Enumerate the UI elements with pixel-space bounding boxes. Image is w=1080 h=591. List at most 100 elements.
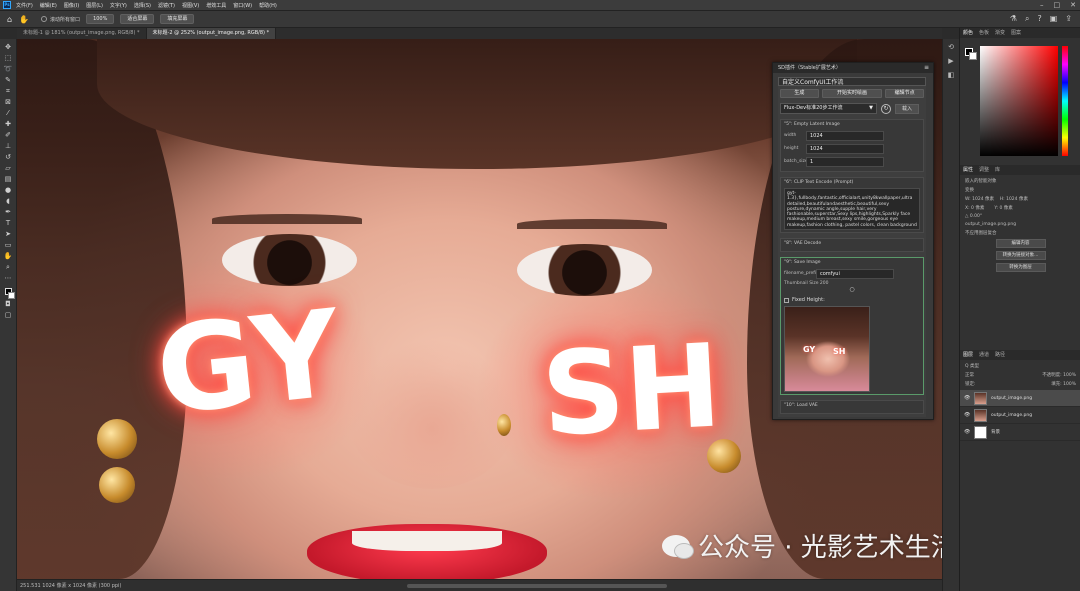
menu-help[interactable]: 帮助(H) bbox=[259, 2, 277, 9]
y-value[interactable]: Y: 0 像素 bbox=[994, 206, 1012, 211]
menu-window[interactable]: 窗口(W) bbox=[233, 2, 252, 9]
home-icon[interactable]: ⌂ bbox=[7, 15, 12, 24]
angle-value[interactable]: △ 0.00° bbox=[965, 214, 1076, 219]
crop-tool-icon[interactable]: ⌗ bbox=[6, 86, 10, 97]
tab-layers[interactable]: 图层 bbox=[963, 350, 973, 360]
output-thumbnail[interactable]: GY SH bbox=[784, 306, 870, 392]
lasso-tool-icon[interactable]: ➰ bbox=[4, 64, 13, 75]
background-color-swatch[interactable] bbox=[7, 292, 15, 299]
upload-icon[interactable]: ⇪ bbox=[1065, 14, 1072, 24]
eraser-tool-icon[interactable]: ▱ bbox=[5, 163, 10, 174]
convert-to-layers-button[interactable]: 转换为图层 bbox=[995, 263, 1046, 272]
zoom-100-button[interactable]: 100% bbox=[86, 14, 115, 24]
visibility-eye-icon[interactable]: 👁 bbox=[964, 429, 970, 435]
dodge-tool-icon[interactable]: ◖ bbox=[6, 196, 10, 207]
zoom-tool-icon[interactable]: ⌕ bbox=[6, 262, 10, 273]
menu-filter[interactable]: 滤镜(T) bbox=[158, 2, 175, 9]
fill-field[interactable]: 填充: 100% bbox=[1051, 381, 1076, 387]
maximize-icon[interactable]: □ bbox=[1054, 1, 1061, 9]
menu-layer[interactable]: 图层(L) bbox=[86, 2, 103, 9]
path-select-tool-icon[interactable]: ➤ bbox=[5, 229, 11, 240]
color-field[interactable] bbox=[980, 46, 1058, 156]
actions-panel-icon[interactable]: ▶ bbox=[948, 57, 953, 65]
panel-menu-icon[interactable]: ≡ bbox=[924, 63, 929, 73]
opacity-field[interactable]: 不透明度: 100% bbox=[1042, 372, 1076, 378]
shape-tool-icon[interactable]: ▭ bbox=[5, 240, 12, 251]
menu-view[interactable]: 视图(V) bbox=[182, 2, 199, 9]
edit-nodes-button[interactable]: 编辑节点 bbox=[885, 89, 925, 98]
brush-tool-icon[interactable]: ✐ bbox=[5, 130, 11, 141]
layer-comp-select[interactable]: 不应用图层复合 bbox=[965, 230, 1076, 236]
stamp-tool-icon[interactable]: ⊥ bbox=[5, 141, 11, 152]
hand-tool-icon[interactable]: ✋ bbox=[19, 15, 29, 24]
scroll-all-windows-checkbox[interactable]: 滚动所有窗口 bbox=[41, 16, 80, 23]
menu-plugins[interactable]: 增效工具 bbox=[206, 2, 226, 9]
fit-screen-button[interactable]: 适合屏幕 bbox=[120, 14, 155, 24]
more-tools-icon[interactable]: ⋯ bbox=[5, 273, 12, 284]
convert-to-linked-button[interactable]: 转换为链接对象... bbox=[995, 251, 1046, 260]
height-input[interactable]: 1024 bbox=[806, 143, 884, 154]
blur-tool-icon[interactable]: ● bbox=[5, 185, 11, 196]
width-input[interactable]: 1024 bbox=[806, 130, 884, 141]
menu-image[interactable]: 图像(I) bbox=[64, 2, 79, 9]
menu-file[interactable]: 文件(F) bbox=[16, 2, 33, 9]
workflow-select[interactable]: Flux-Dev标准20步工作流 ▼ bbox=[780, 103, 877, 114]
tab-document-2[interactable]: 未标题-2 @ 252% (output_image.png, RGB/8) * bbox=[146, 28, 277, 39]
edit-contents-button[interactable]: 编辑内容 bbox=[995, 239, 1046, 248]
quick-select-tool-icon[interactable]: ✎ bbox=[5, 75, 11, 86]
history-brush-icon[interactable]: ↺ bbox=[5, 152, 11, 163]
marquee-tool-icon[interactable]: ⬚ bbox=[5, 53, 12, 64]
frame-tool-icon[interactable]: ⊠ bbox=[5, 97, 11, 108]
plugin-panel-icon[interactable]: ◧ bbox=[948, 71, 955, 79]
tab-document-1[interactable]: 未标题-1 @ 181% (output_image.png, RGB/8) * bbox=[17, 28, 147, 39]
hue-slider[interactable] bbox=[1062, 46, 1068, 156]
eyedropper-tool-icon[interactable]: ⁄ bbox=[7, 108, 8, 119]
generate-button[interactable]: 生成 bbox=[780, 89, 819, 98]
refresh-icon[interactable]: ↻ bbox=[881, 103, 891, 114]
prompt-textarea[interactable]: gyt-1.3},fullbody,fantastic,officialart,… bbox=[784, 188, 920, 230]
help-icon[interactable]: ? bbox=[1037, 14, 1041, 24]
tab-patterns[interactable]: 图案 bbox=[1011, 28, 1021, 38]
tab-libraries[interactable]: 库 bbox=[995, 165, 1000, 175]
tab-color[interactable]: 颜色 bbox=[963, 28, 973, 38]
layer-row[interactable]: 👁 output_image.png bbox=[960, 390, 1080, 407]
tab-swatches[interactable]: 色板 bbox=[979, 28, 989, 38]
layer-row[interactable]: 👁 output_image.png bbox=[960, 407, 1080, 424]
history-panel-icon[interactable]: ⟲ bbox=[948, 43, 954, 51]
gradient-tool-icon[interactable]: ▤ bbox=[5, 174, 12, 185]
close-icon[interactable]: ✕ bbox=[1070, 1, 1076, 9]
tab-adjustments[interactable]: 调整 bbox=[979, 165, 989, 175]
search-icon[interactable]: ⌕ bbox=[1025, 14, 1029, 24]
tab-gradients[interactable]: 渐变 bbox=[995, 28, 1005, 38]
screen-mode-icon[interactable]: ▢ bbox=[5, 310, 12, 321]
quick-mask-icon[interactable]: ◘ bbox=[5, 299, 11, 310]
live-paint-button[interactable]: 开始实时绘画 bbox=[821, 89, 883, 98]
background-swatch[interactable] bbox=[969, 52, 977, 60]
fixed-height-checkbox[interactable]: Fixed Height: bbox=[784, 297, 920, 303]
tab-paths[interactable]: 路径 bbox=[995, 350, 1005, 360]
move-tool-icon[interactable]: ✥ bbox=[5, 42, 11, 53]
visibility-eye-icon[interactable]: 👁 bbox=[964, 395, 970, 401]
pen-tool-icon[interactable]: ✒ bbox=[5, 207, 11, 218]
layer-row[interactable]: 👁 背景 bbox=[960, 424, 1080, 441]
healing-tool-icon[interactable]: ✚ bbox=[5, 119, 11, 130]
batch-size-input[interactable]: 1 bbox=[806, 156, 884, 167]
height-value[interactable]: H: 1024 像素 bbox=[1000, 197, 1028, 202]
menu-type[interactable]: 文字(Y) bbox=[110, 2, 127, 9]
tab-channels[interactable]: 通道 bbox=[979, 350, 989, 360]
visibility-eye-icon[interactable]: 👁 bbox=[964, 412, 970, 418]
x-value[interactable]: X: 0 像素 bbox=[965, 206, 984, 211]
menu-edit[interactable]: 编辑(E) bbox=[40, 2, 57, 9]
minimize-icon[interactable]: – bbox=[1040, 1, 1044, 9]
width-value[interactable]: W: 1024 像素 bbox=[965, 197, 994, 202]
blend-mode-select[interactable]: 正常 bbox=[965, 372, 974, 378]
filename-prefix-input[interactable]: comfyui bbox=[816, 268, 894, 279]
slider-handle-icon[interactable]: ○ bbox=[784, 286, 920, 293]
layer-filter[interactable]: Q 类型 bbox=[965, 363, 1076, 369]
workspace-icon[interactable]: ▣ bbox=[1050, 14, 1058, 24]
horizontal-scrollbar[interactable] bbox=[407, 584, 667, 588]
tab-properties[interactable]: 属性 bbox=[963, 165, 973, 175]
share-icon[interactable]: ⚗ bbox=[1010, 14, 1017, 24]
hand-tool-panel-icon[interactable]: ✋ bbox=[4, 251, 13, 262]
load-button[interactable]: 载入 bbox=[895, 103, 920, 114]
